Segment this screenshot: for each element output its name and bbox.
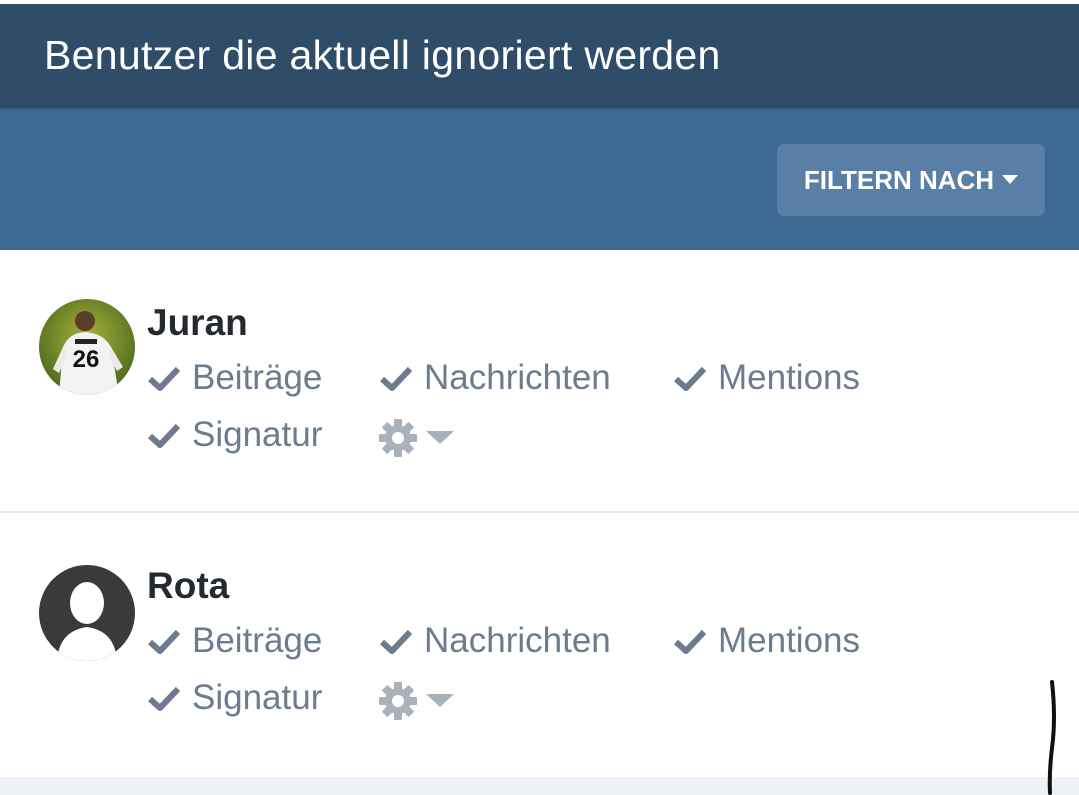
pref-label: Beiträge xyxy=(192,358,323,397)
ignored-users-list: 26 Juran Beiträge Nachrichten Mentions S… xyxy=(0,250,1079,777)
default-avatar-image xyxy=(39,565,135,661)
check-icon xyxy=(148,422,180,448)
username[interactable]: Rota xyxy=(147,565,229,607)
caret-down-icon xyxy=(426,431,454,445)
gear-icon xyxy=(378,418,418,458)
pref-label: Mentions xyxy=(718,358,861,397)
options-menu-button[interactable] xyxy=(378,681,454,721)
pref-posts-toggle[interactable]: Beiträge xyxy=(148,621,322,661)
pref-mentions-toggle[interactable]: Mentions xyxy=(674,358,860,398)
check-icon xyxy=(380,365,412,391)
pref-mentions-toggle[interactable]: Mentions xyxy=(674,621,860,661)
filter-toolbar: FILTERN NACH xyxy=(0,108,1079,250)
check-icon xyxy=(148,365,180,391)
page-header: Benutzer die aktuell ignoriert werden xyxy=(0,4,1079,108)
pref-posts-toggle[interactable]: Beiträge xyxy=(148,358,322,398)
pref-label: Signatur xyxy=(192,678,323,717)
pref-label: Nachrichten xyxy=(424,621,611,660)
avatar[interactable]: 26 xyxy=(39,299,135,395)
caret-down-icon xyxy=(426,694,454,708)
options-menu-button[interactable] xyxy=(378,418,454,458)
check-icon xyxy=(148,685,180,711)
list-item: 26 Juran Beiträge Nachrichten Mentions S… xyxy=(0,250,1079,513)
pref-signature-toggle[interactable]: Signatur xyxy=(148,415,322,455)
list-item: Rota Beiträge Nachrichten Mentions Signa… xyxy=(0,513,1079,777)
pref-label: Nachrichten xyxy=(424,358,611,397)
caret-down-icon xyxy=(1002,175,1019,185)
pref-signature-toggle[interactable]: Signatur xyxy=(148,678,322,718)
pref-label: Signatur xyxy=(192,415,323,454)
pref-label: Mentions xyxy=(718,621,861,660)
filter-button[interactable]: FILTERN NACH xyxy=(777,144,1045,216)
pref-label: Beiträge xyxy=(192,621,323,660)
username[interactable]: Juran xyxy=(147,302,248,344)
avatar[interactable] xyxy=(39,565,135,661)
check-icon xyxy=(674,365,706,391)
gear-icon xyxy=(378,681,418,721)
check-icon xyxy=(674,628,706,654)
page-title: Benutzer die aktuell ignoriert werden xyxy=(44,32,721,78)
filter-button-label: FILTERN NACH xyxy=(803,164,995,195)
pref-messages-toggle[interactable]: Nachrichten xyxy=(380,621,611,661)
pref-messages-toggle[interactable]: Nachrichten xyxy=(380,358,611,398)
check-icon xyxy=(380,628,412,654)
check-icon xyxy=(148,628,180,654)
svg-text:26: 26 xyxy=(73,346,100,373)
photo-avatar-image: 26 xyxy=(39,299,135,395)
